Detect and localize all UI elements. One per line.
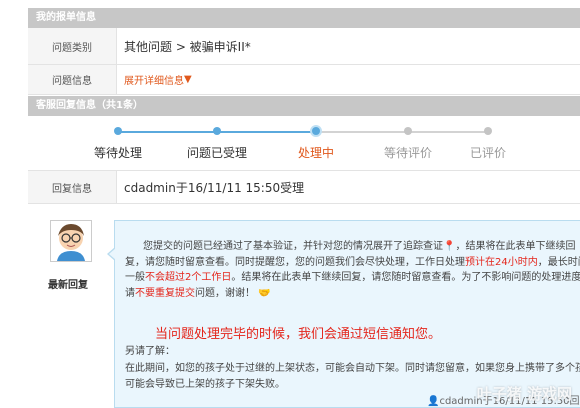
category-row: 问题类别 其他问题 > 被骗申诉II*: [28, 28, 580, 65]
user-icon: 👤: [427, 396, 440, 407]
chevron-down-icon: ▼: [184, 74, 192, 85]
step-label-awaiting-rating: 等待评价: [383, 146, 433, 160]
step-dot-5: [484, 127, 492, 135]
category-label: 问题类别: [28, 28, 117, 64]
step-label-waiting: 等待处理: [93, 146, 143, 160]
handshake-icon: 🤝: [258, 287, 271, 299]
avatar: [50, 220, 92, 262]
my-ticket-header: 我的报单信息: [28, 8, 580, 28]
problem-info-row: 问题信息 展开详细信息 ▼: [28, 65, 580, 95]
step-dot-4: [404, 127, 412, 135]
progress-steps: 等待处理 问题已受理 处理中 等待评价 已评价: [28, 118, 580, 171]
reply-info-row: 回复信息 cdadmin于16/11/11 15:50受理: [28, 171, 580, 204]
problem-info-label: 问题信息: [28, 65, 117, 94]
step-label-accepted: 问题已受理: [186, 146, 248, 160]
latest-reply: 最新回复 您提交的问题已经通过了基本验证，并针对您的情况展开了追踪查证📍，结果将…: [28, 206, 580, 408]
latest-reply-label: 最新回复: [48, 280, 88, 291]
sms-notice: 当问题处理完毕的时候，我们会通过短信通知您。: [155, 327, 442, 342]
progress-track-pending: [318, 131, 488, 133]
step-label-rated: 已评价: [469, 146, 507, 160]
category-value: 其他问题 > 被骗申诉II*: [124, 39, 251, 54]
expand-details-link[interactable]: 展开详细信息 ▼: [124, 65, 192, 94]
site-watermark: 叶子猪 游戏网: [476, 385, 572, 403]
step-dot-1: [114, 127, 122, 135]
reply-bubble: 您提交的问题已经通过了基本验证，并针对您的情况展开了追踪查证📍，结果将在此表单下…: [107, 220, 580, 408]
reply-info-label: 回复信息: [28, 171, 117, 203]
reply-paragraph-2: 另请了解：: [125, 346, 175, 357]
step-dot-3: [310, 125, 322, 137]
pushpin-icon: 📍: [443, 241, 456, 252]
expand-details-text: 展开详细信息: [124, 76, 184, 87]
reply-section-header: 客服回复信息（共1条）: [28, 96, 580, 116]
step-dot-2: [213, 127, 221, 135]
reply-paragraph-1: 您提交的问题已经通过了基本验证，并针对您的情况展开了追踪查证📍，结果将在此表单下…: [125, 241, 580, 299]
step-label-processing: 处理中: [297, 146, 335, 160]
reply-info-value: cdadmin于16/11/11 15:50受理: [124, 180, 305, 195]
